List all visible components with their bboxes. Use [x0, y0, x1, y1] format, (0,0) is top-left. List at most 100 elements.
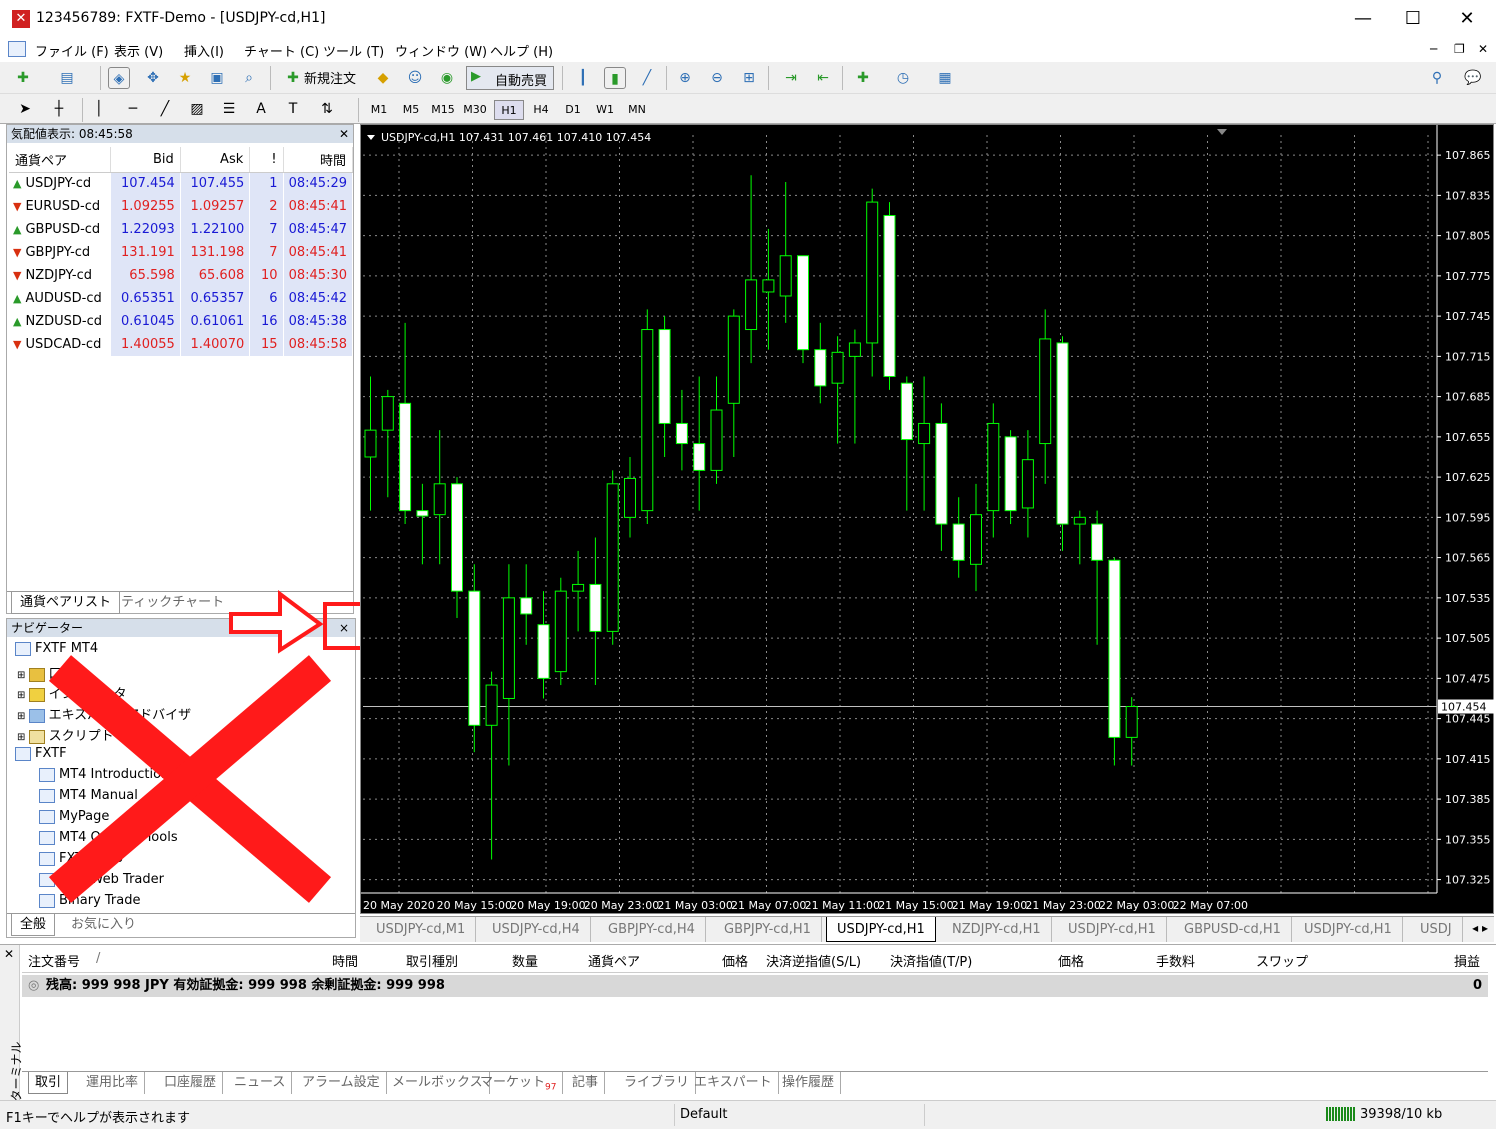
trendline-icon[interactable]: ╱: [154, 98, 176, 120]
terminal-tab[interactable]: ニュース: [228, 1072, 293, 1094]
col-sort[interactable]: /: [96, 951, 100, 966]
data-window-icon[interactable]: ✥: [142, 67, 164, 89]
maximize-button[interactable]: ☐: [1390, 6, 1436, 32]
chart-tab[interactable]: GBPUSD-cd,H1: [1174, 917, 1292, 942]
nav-link[interactable]: MT4 Original Tools: [39, 830, 178, 845]
tab-tick-chart[interactable]: ティックチャート: [113, 592, 232, 614]
chart-tab[interactable]: NZDJPY-cd,H1: [942, 917, 1052, 942]
candlestick-chart[interactable]: 107.865 107.835 107.805 107.775 107.745 107.7…: [361, 125, 1495, 915]
auto-scroll-icon[interactable]: ⇥: [780, 67, 802, 89]
terminal-tab[interactable]: 記事: [566, 1072, 606, 1094]
zoom-out-icon[interactable]: ⊖: [706, 67, 728, 89]
col-type[interactable]: 取引種別: [406, 951, 458, 970]
balance-row[interactable]: ◎ 残高: 999 998 JPY 有効証拠金: 999 998 余剰証拠金: …: [22, 975, 1488, 997]
mdi-restore-icon[interactable]: ❐: [1454, 42, 1465, 56]
tab-scroll-icon[interactable]: ◂ ▸: [1472, 921, 1488, 935]
terminal-tab[interactable]: エキスパート: [688, 1072, 779, 1094]
chart-tab[interactable]: USDJPY-cd,M1: [366, 917, 477, 942]
col-sl[interactable]: 決済逆指値(S/L): [766, 951, 861, 970]
chart-tab[interactable]: GBPJPY-cd,H4: [598, 917, 706, 942]
timeframe-h1[interactable]: H1: [494, 100, 524, 120]
price-chart[interactable]: 107.865 107.835 107.805 107.775 107.745 107.7…: [360, 124, 1494, 914]
profiles-icon[interactable]: ▤: [56, 67, 78, 89]
quote-row[interactable]: ▲ USDJPY-cd 107.454 107.455 1 08:45:29: [9, 172, 354, 195]
terminal-tab[interactable]: 口座履歴: [158, 1072, 224, 1094]
col-price[interactable]: 価格: [722, 951, 748, 970]
fibonacci-icon[interactable]: ☰: [218, 98, 240, 120]
candlestick-icon[interactable]: ▮: [604, 67, 626, 89]
vertical-line-icon[interactable]: │: [88, 98, 110, 120]
terminal-tab[interactable]: マーケット97: [474, 1072, 564, 1094]
mdi-minimize-icon[interactable]: ─: [1430, 42, 1437, 56]
col-open-time[interactable]: 時間: [332, 951, 358, 970]
metaeditor-icon[interactable]: ◆: [372, 67, 394, 89]
quote-row[interactable]: ▼ EURUSD-cd 1.09255 1.09257 2 08:45:41: [9, 195, 354, 218]
chart-tab[interactable]: GBPJPY-cd,H1: [714, 917, 822, 942]
quote-row[interactable]: ▼ GBPJPY-cd 131.191 131.198 7 08:45:41: [9, 241, 354, 264]
navigator-icon[interactable]: ★: [174, 67, 196, 89]
periods-icon[interactable]: ◷: [892, 67, 914, 89]
timeframe-mn[interactable]: MN: [622, 100, 652, 120]
zoom-in-icon[interactable]: ⊕: [674, 67, 696, 89]
tab-favorites[interactable]: お気に入り: [63, 914, 144, 936]
col-commission[interactable]: 手数料: [1156, 951, 1195, 970]
cursor-icon[interactable]: ➤: [14, 98, 36, 120]
terminal-tab[interactable]: ライブラリ: [618, 1072, 697, 1094]
horizontal-line-icon[interactable]: ─: [122, 98, 144, 120]
terminal-tab[interactable]: 取引: [28, 1072, 69, 1094]
nav-link[interactable]: Binary Trade: [39, 893, 141, 908]
chart-tab[interactable]: USDJ: [1410, 917, 1463, 942]
indicators-icon[interactable]: ✚: [852, 67, 874, 89]
nav-link[interactable]: MT4 Web Trader: [39, 872, 164, 887]
minimize-button[interactable]: —: [1340, 6, 1386, 32]
chart-tab[interactable]: USDJPY-cd,H1: [826, 917, 936, 942]
nav-link[interactable]: MT4 Introduction: [39, 767, 169, 782]
timeframe-w1[interactable]: W1: [590, 100, 620, 120]
col-symbol[interactable]: 通貨ペア: [9, 147, 112, 173]
auto-trade-button[interactable]: ▶ 自動売買: [466, 66, 554, 90]
chart-tab[interactable]: USDJPY-cd,H1: [1058, 917, 1167, 942]
quote-row[interactable]: ▲ NZDUSD-cd 0.61045 0.61061 16 08:45:38: [9, 310, 354, 333]
search-icon[interactable]: ⚲: [1426, 67, 1448, 89]
timeframe-d1[interactable]: D1: [558, 100, 588, 120]
nav-root[interactable]: FXTF MT4: [15, 641, 98, 656]
new-order-icon[interactable]: ✚: [282, 67, 304, 89]
col-ask[interactable]: Ask: [180, 147, 251, 173]
nav-fxtf[interactable]: FXTF: [15, 746, 67, 761]
label-icon[interactable]: T: [282, 98, 304, 120]
chart-tab[interactable]: USDJPY-cd,H4: [482, 917, 591, 942]
menu-tools[interactable]: ツール (T): [323, 41, 384, 60]
nav-link[interactable]: FXTF Web: [39, 851, 123, 866]
col-order[interactable]: 注文番号: [28, 951, 80, 970]
line-chart-icon[interactable]: ╱: [636, 67, 658, 89]
new-order-button[interactable]: 新規注文: [304, 68, 356, 87]
nav-link[interactable]: MT4 Manual: [39, 788, 138, 803]
terminal-tab[interactable]: 操作履歴: [776, 1072, 842, 1094]
terminal-close-button[interactable]: ✕: [4, 947, 14, 961]
nav-indicators[interactable]: ⊞ インジケータ: [17, 683, 127, 702]
quote-row[interactable]: ▲ AUDUSD-cd 0.65351 0.65357 6 08:45:42: [9, 287, 354, 310]
channel-icon[interactable]: ▨: [186, 98, 208, 120]
col-swap[interactable]: スワップ: [1256, 951, 1308, 970]
navigator-close-button[interactable]: ×: [339, 619, 349, 637]
tile-windows-icon[interactable]: ⊞: [738, 67, 760, 89]
menu-file[interactable]: ファイル (F): [35, 41, 109, 60]
terminal-tab[interactable]: 運用比率: [80, 1072, 146, 1094]
col-current-price[interactable]: 価格: [1058, 951, 1084, 970]
bar-chart-icon[interactable]: ┃: [572, 67, 594, 89]
col-tp[interactable]: 決済指値(T/P): [890, 951, 972, 970]
tab-common[interactable]: 全般: [11, 914, 56, 936]
crosshair-icon[interactable]: ┼: [48, 98, 70, 120]
chat-icon[interactable]: 💬: [1462, 67, 1484, 89]
market-watch-icon[interactable]: ◈: [108, 67, 130, 89]
menu-window[interactable]: ウィンドウ (W): [395, 41, 487, 60]
terminal-tab[interactable]: アラーム設定: [296, 1072, 387, 1094]
col-profit[interactable]: 損益: [1454, 951, 1480, 970]
quote-row[interactable]: ▲ GBPUSD-cd 1.22093 1.22100 7 08:45:47: [9, 218, 354, 241]
timeframe-h4[interactable]: H4: [526, 100, 556, 120]
nav-experts[interactable]: ⊞ エキスパートアドバイザ: [17, 704, 191, 723]
timeframe-m5[interactable]: M5: [396, 100, 426, 120]
col-time[interactable]: 時間: [283, 147, 354, 173]
strategy-tester-icon[interactable]: ⌕: [238, 67, 260, 89]
menu-insert[interactable]: 挿入(I): [184, 41, 224, 60]
